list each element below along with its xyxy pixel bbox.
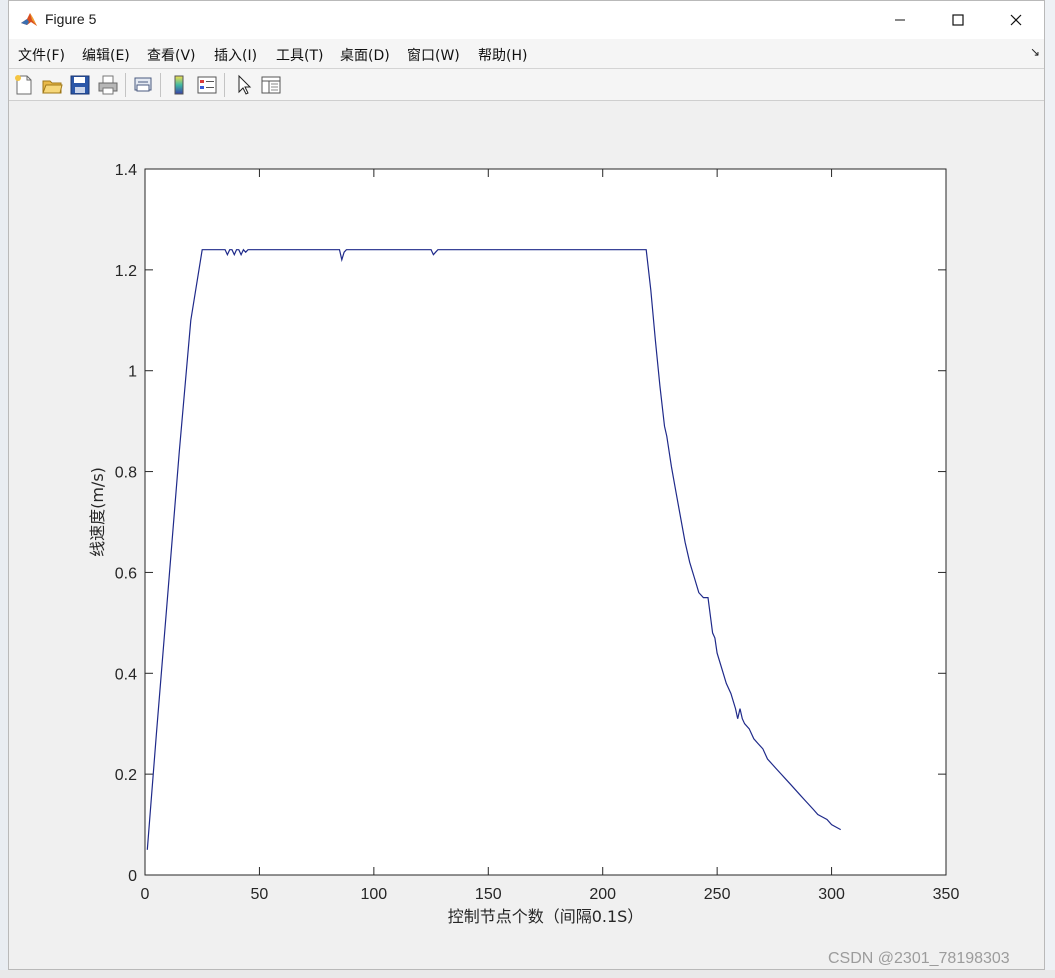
menu-window[interactable]: 窗口(W) bbox=[407, 45, 460, 65]
menu-insert[interactable]: 插入(I) bbox=[214, 45, 257, 65]
menu-desktop[interactable]: 桌面(D) bbox=[340, 45, 390, 65]
colorbar-icon[interactable] bbox=[168, 74, 190, 96]
property-editor-icon[interactable] bbox=[260, 74, 282, 96]
y-tick-label: 0.6 bbox=[115, 565, 137, 582]
menu-help[interactable]: 帮助(H) bbox=[478, 45, 527, 65]
legend-icon[interactable] bbox=[196, 74, 218, 96]
toolbar-separator bbox=[224, 73, 225, 97]
menu-bar: 文件(F) 编辑(E) 查看(V) 插入(I) 工具(T) 桌面(D) 窗口(W… bbox=[9, 39, 1044, 69]
title-bar[interactable]: Figure 5 bbox=[9, 1, 1044, 39]
x-tick-label: 0 bbox=[141, 886, 150, 903]
y-tick-label: 0 bbox=[128, 868, 137, 885]
window-title: Figure 5 bbox=[45, 11, 97, 27]
toolbar-separator bbox=[160, 73, 161, 97]
y-tick-label: 0.8 bbox=[115, 465, 137, 482]
figure-window: Figure 5 文件(F) 编辑(E) 查看(V) 插入(I) 工具(T) 桌… bbox=[8, 0, 1045, 970]
print-icon[interactable] bbox=[97, 74, 119, 96]
y-tick-label: 0.2 bbox=[115, 767, 137, 784]
menu-file[interactable]: 文件(F) bbox=[18, 45, 65, 65]
axes-box bbox=[144, 168, 947, 876]
figure-canvas: 0 50 100 150 200 250 300 350 0 0.2 0.4 0.6 0.8 1 1.2 1.… bbox=[9, 101, 1044, 969]
save-icon[interactable] bbox=[69, 74, 91, 96]
y-axis-label: 线速度(m/s) bbox=[88, 467, 107, 557]
y-tick-label: 1.4 bbox=[115, 162, 137, 179]
x-tick-label: 200 bbox=[589, 886, 616, 903]
watermark: CSDN @2301_78198303 bbox=[828, 950, 1010, 967]
background-desktop-bottom bbox=[0, 970, 1055, 978]
background-desktop-left bbox=[0, 0, 8, 978]
figure-toolbar bbox=[9, 69, 1044, 101]
x-tick-label: 350 bbox=[933, 886, 960, 903]
x-axis-label: 控制节点个数（间隔0.1S） bbox=[448, 907, 644, 926]
matlab-logo-icon bbox=[19, 10, 39, 30]
close-button[interactable] bbox=[987, 1, 1045, 39]
maximize-icon bbox=[952, 14, 964, 26]
x-tick-label: 50 bbox=[251, 886, 269, 903]
toolbar-separator bbox=[125, 73, 126, 97]
y-tick-label: 1.2 bbox=[115, 263, 137, 280]
maximize-button[interactable] bbox=[929, 1, 987, 39]
x-tick-label: 150 bbox=[475, 886, 502, 903]
dock-figure-icon[interactable]: ↘ bbox=[1030, 45, 1040, 59]
open-file-icon[interactable] bbox=[41, 74, 63, 96]
menu-tools[interactable]: 工具(T) bbox=[276, 45, 323, 65]
new-figure-icon[interactable] bbox=[13, 74, 35, 96]
x-tick-label: 300 bbox=[818, 886, 845, 903]
menu-edit[interactable]: 编辑(E) bbox=[82, 45, 130, 65]
y-tick-label: 1 bbox=[128, 364, 137, 381]
close-icon bbox=[1010, 14, 1022, 26]
menu-view[interactable]: 查看(V) bbox=[147, 45, 196, 65]
line-chart[interactable]: 0 50 100 150 200 250 300 350 0 0.2 0.4 0.6 0.8 1 1.2 1.… bbox=[9, 101, 1044, 969]
y-tick-label: 0.4 bbox=[115, 666, 137, 683]
minimize-button[interactable] bbox=[871, 1, 929, 39]
minimize-icon bbox=[895, 19, 905, 21]
print-preview-icon[interactable] bbox=[132, 74, 154, 96]
x-tick-label: 100 bbox=[361, 886, 388, 903]
x-tick-label: 250 bbox=[704, 886, 731, 903]
pointer-icon[interactable] bbox=[233, 74, 255, 96]
